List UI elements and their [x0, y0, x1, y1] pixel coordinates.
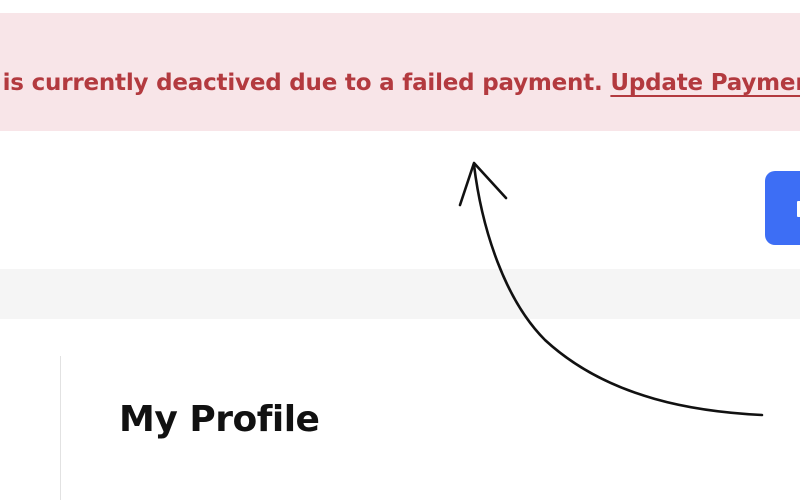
annotation-arrow-head [458, 161, 508, 207]
alert-message: t is currently deactived due to a failed… [0, 70, 603, 96]
payment-failed-alert-banner: t is currently deactived due to a failed… [0, 13, 800, 131]
page: t is currently deactived due to a failed… [0, 0, 800, 500]
header-primary-button[interactable] [765, 171, 800, 245]
page-title: My Profile [119, 399, 320, 440]
sidebar-divider [60, 356, 61, 500]
section-band [0, 269, 800, 319]
alert-text: t is currently deactived due to a failed… [0, 70, 800, 96]
update-payment-link[interactable]: Update Payment [610, 70, 800, 96]
